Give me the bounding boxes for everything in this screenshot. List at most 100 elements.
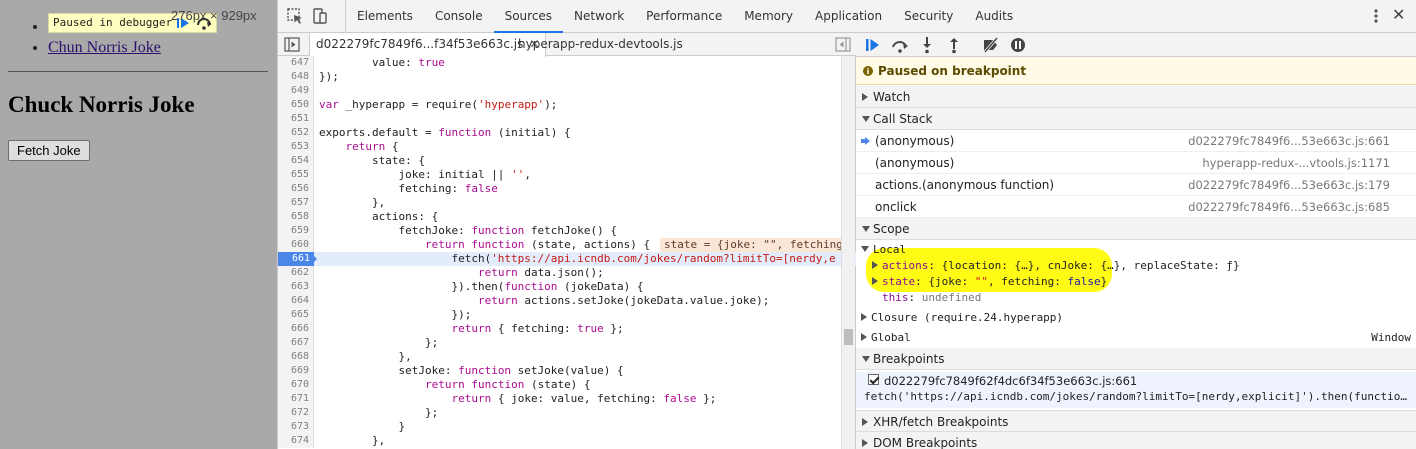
file-tab-active[interactable]: d022279fc7849f6...f34f53e663c.js ✕ [309, 33, 547, 57]
line-number[interactable]: 647 [278, 56, 314, 70]
code-line[interactable]: 652 exports.default = function (initial) … [278, 126, 856, 140]
line-number[interactable]: 652 [278, 126, 314, 140]
code-line[interactable]: 661 fetch('https://api.icndb.com/jokes/r… [278, 252, 856, 266]
code-line[interactable]: 659 fetchJoke: function fetchJoke() { [278, 224, 856, 238]
tab-application[interactable]: Application [804, 0, 893, 33]
code-line[interactable]: 668 }, [278, 350, 856, 364]
code-line[interactable]: 647 value: true [278, 56, 856, 70]
scope-local[interactable]: Local [861, 242, 906, 258]
file-tab[interactable]: hyperapp-redux-devtools.js [512, 33, 689, 56]
line-number[interactable]: 648 [278, 70, 314, 84]
line-number[interactable]: 653 [278, 140, 314, 154]
code-line[interactable]: 658 actions: { [278, 210, 856, 224]
line-number[interactable]: 671 [278, 392, 314, 406]
line-number[interactable]: 665 [278, 308, 314, 322]
line-number[interactable]: 655 [278, 168, 314, 182]
section-scope[interactable]: Scope [856, 218, 1416, 240]
call-frame[interactable]: actions.(anonymous function) d022279fc78… [856, 174, 1416, 196]
code-line[interactable]: 651 [278, 112, 856, 126]
code-line[interactable]: 669 setJoke: function setJoke(value) { [278, 364, 856, 378]
scope-closure[interactable]: Closure (require.24.hyperapp) [861, 310, 1063, 326]
code-line[interactable]: 666 return { fetching: true }; [278, 322, 856, 336]
section-call-stack[interactable]: Call Stack [856, 108, 1416, 130]
section-xhr-breakpoints[interactable]: XHR/fetch Breakpoints [856, 410, 1416, 432]
frame-location[interactable]: d022279fc7849f6...53e663c.js:661 [1188, 130, 1390, 152]
code-view[interactable]: 647 value: true 648}); 649 650 var _hyperapp… [278, 56, 856, 449]
tab-network[interactable]: Network [563, 0, 635, 33]
scope-global[interactable]: Global Window [861, 330, 1411, 346]
line-number[interactable]: 673 [278, 420, 314, 434]
pause-on-exceptions-icon[interactable] [1009, 36, 1027, 54]
line-number[interactable]: 662 [278, 266, 314, 280]
line-number[interactable]: 656 [278, 182, 314, 196]
code-line[interactable]: 670 return function (state) { [278, 378, 856, 392]
line-number[interactable]: 654 [278, 154, 314, 168]
scrollbar-thumb[interactable] [844, 329, 853, 345]
code-line[interactable]: 654 state: { [278, 154, 856, 168]
device-toolbar-icon[interactable] [311, 7, 329, 25]
section-watch[interactable]: Watch [856, 86, 1416, 108]
line-number[interactable]: 663 [278, 280, 314, 294]
line-number[interactable]: 666 [278, 322, 314, 336]
step-out-icon[interactable] [945, 36, 963, 54]
call-frame[interactable]: onclick d022279fc7849f6...53e663c.js:685 [856, 196, 1416, 218]
toggle-debugger-icon[interactable] [835, 37, 851, 52]
scope-var-this[interactable]: this: undefined [882, 290, 981, 306]
line-number[interactable]: 661 [278, 252, 314, 266]
joke-link[interactable]: Chun Norris Joke [48, 39, 161, 56]
line-number[interactable]: 669 [278, 364, 314, 378]
more-options-icon[interactable] [1368, 8, 1384, 24]
code-line[interactable]: 663 }).then(function (jokeData) { [278, 280, 856, 294]
frame-location[interactable]: d022279fc7849f6...53e663c.js:685 [1188, 196, 1390, 218]
code-line[interactable]: 653 return { [278, 140, 856, 154]
section-breakpoints[interactable]: Breakpoints [856, 348, 1416, 370]
deactivate-breakpoints-icon[interactable] [982, 36, 1000, 54]
step-into-icon[interactable] [918, 36, 936, 54]
tab-console[interactable]: Console [424, 0, 494, 33]
line-number[interactable]: 658 [278, 210, 314, 224]
frame-location[interactable]: hyperapp-redux-...vtools.js:1171 [1202, 152, 1390, 174]
tab-sources[interactable]: Sources [493, 0, 564, 33]
tab-security[interactable]: Security [893, 0, 964, 33]
code-line[interactable]: 672 }; [278, 406, 856, 420]
breakpoint-checkbox[interactable] [868, 374, 879, 385]
tab-audits[interactable]: Audits [964, 0, 1024, 33]
code-line[interactable]: 671 return { joke: value, fetching: fals… [278, 392, 856, 406]
breakpoint-marker-icon[interactable] [310, 252, 317, 266]
section-dom-breakpoints[interactable]: DOM Breakpoints [856, 432, 1416, 449]
line-number[interactable]: 668 [278, 350, 314, 364]
frame-location[interactable]: d022279fc7849f6...53e663c.js:179 [1188, 174, 1390, 196]
code-line[interactable]: 650 var _hyperapp = require('hyperapp'); [278, 98, 856, 112]
line-number[interactable]: 660 [278, 238, 314, 252]
code-line[interactable]: 662 return data.json(); [278, 266, 856, 280]
line-number[interactable]: 657 [278, 196, 314, 210]
code-line[interactable]: 655 joke: initial || '', [278, 168, 856, 182]
line-number[interactable]: 667 [278, 336, 314, 350]
line-number[interactable]: 670 [278, 378, 314, 392]
editor-scrollbar[interactable] [841, 56, 855, 449]
code-line[interactable]: 657 }, [278, 196, 856, 210]
tab-memory[interactable]: Memory [733, 0, 804, 33]
step-over-icon[interactable] [891, 36, 909, 54]
code-line[interactable]: 649 [278, 84, 856, 98]
call-frame[interactable]: (anonymous) hyperapp-redux-...vtools.js:… [856, 152, 1416, 174]
tab-elements[interactable]: Elements [346, 0, 424, 33]
code-line[interactable]: 660 return function (state, actions) {st… [278, 238, 856, 252]
line-number[interactable]: 674 [278, 434, 314, 448]
line-number[interactable]: 650 [278, 98, 314, 112]
line-number[interactable]: 659 [278, 224, 314, 238]
tab-performance[interactable]: Performance [635, 0, 733, 33]
inspect-element-icon[interactable] [286, 7, 304, 25]
code-line[interactable]: 673 } [278, 420, 856, 434]
close-devtools-icon[interactable]: ✕ [1392, 5, 1405, 25]
line-number[interactable]: 664 [278, 294, 314, 308]
fetch-joke-button[interactable]: Fetch Joke [8, 140, 90, 161]
scope-var-state[interactable]: state: {joke: "", fetching: false} [872, 274, 1107, 290]
resume-icon[interactable] [864, 36, 882, 54]
code-line[interactable]: 674 }, [278, 434, 856, 448]
line-number[interactable]: 649 [278, 84, 314, 98]
toggle-navigator-icon[interactable] [284, 37, 300, 52]
code-line[interactable]: 667 }; [278, 336, 856, 350]
line-number[interactable]: 672 [278, 406, 314, 420]
scope-var-actions[interactable]: actions: {location: {…}, cnJoke: {…}, re… [872, 258, 1240, 274]
